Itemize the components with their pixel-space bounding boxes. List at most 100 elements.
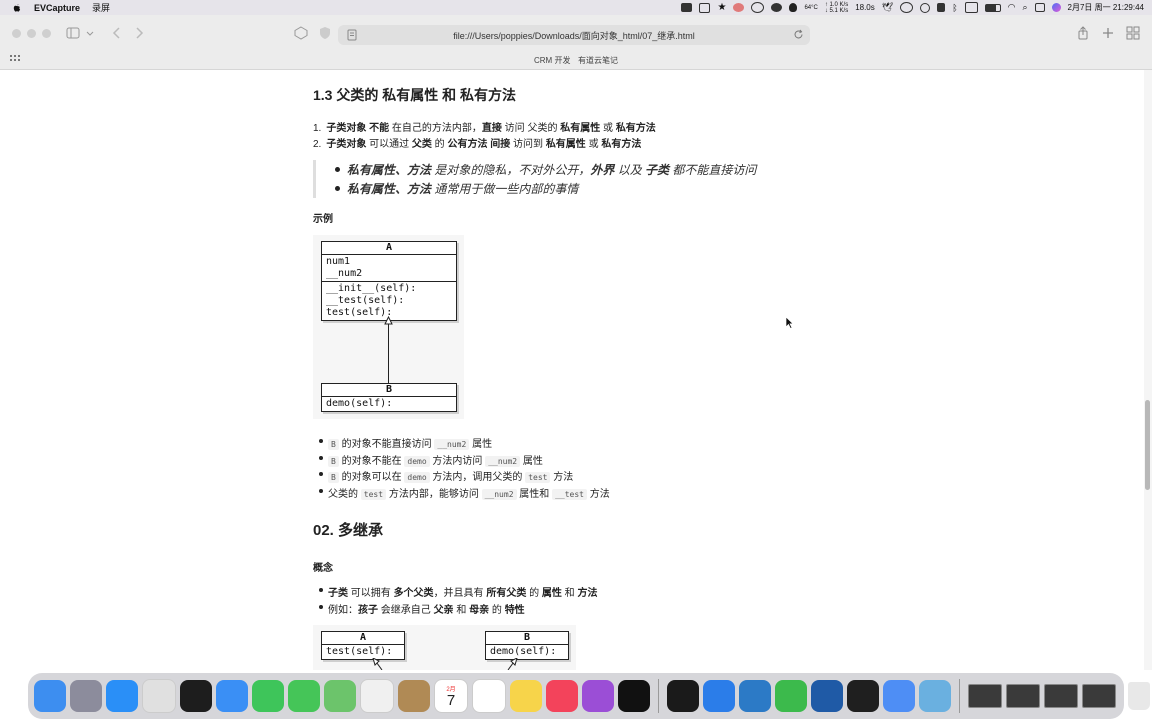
tv-icon[interactable]	[618, 680, 650, 712]
wechat-icon[interactable]	[775, 680, 807, 712]
plain-text: 可以通过	[366, 139, 412, 150]
bold-text: 子类	[328, 588, 348, 599]
cpu-readout[interactable]: 18.0s	[855, 3, 875, 12]
wifi-icon[interactable]: ◠	[1008, 2, 1016, 13]
launchpad-icon[interactable]	[70, 680, 102, 712]
uml-method: demo(self):	[326, 398, 393, 409]
apple-logo-icon[interactable]	[12, 3, 22, 13]
vscode-icon[interactable]	[739, 680, 771, 712]
wechat-menu-icon[interactable]	[771, 3, 783, 12]
url-text[interactable]: file:///Users/poppies/Downloads/面向对象_htm…	[338, 29, 810, 42]
list-item: B 的对象可以在 demo 方法内，调用父类的 test 方法	[328, 468, 573, 483]
qq-icon[interactable]	[667, 680, 699, 712]
reminders-icon[interactable]	[472, 679, 506, 713]
shield-icon[interactable]	[318, 26, 332, 40]
minimized-window-1[interactable]	[968, 684, 1002, 708]
reload-icon[interactable]	[793, 29, 804, 40]
bullet-dot	[335, 186, 340, 191]
plain-text: 的对象可以在	[338, 472, 405, 483]
uml-class-name: A	[322, 632, 404, 645]
grid-app-icon[interactable]	[699, 2, 711, 13]
chrome-icon[interactable]	[142, 679, 176, 713]
star-icon[interactable]: ★	[717, 2, 726, 13]
evcapture-icon[interactable]	[919, 680, 951, 712]
network-speed[interactable]: ↑ 1.0 K/s ↓ 5.1 K/s	[825, 2, 848, 14]
sidebar-toggle-icon[interactable]	[66, 26, 80, 40]
terminal-icon[interactable]	[180, 680, 212, 712]
swirl-app-icon[interactable]	[733, 3, 745, 12]
battery-icon[interactable]	[984, 3, 1001, 12]
calendar-icon[interactable]: 2月 7	[434, 679, 468, 713]
bird-icon[interactable]: 🕊	[882, 2, 893, 13]
pycharm-icon[interactable]	[847, 680, 879, 712]
minimize-window-button[interactable]	[27, 29, 36, 38]
bluetooth-icon[interactable]: ᛒ	[952, 3, 957, 13]
apps-grid-icon[interactable]	[10, 55, 20, 65]
minimized-window-2[interactable]	[1006, 684, 1040, 708]
chat-bubble-icon[interactable]	[900, 2, 914, 13]
play-icon[interactable]	[920, 2, 931, 13]
books-icon[interactable]	[398, 680, 430, 712]
qq-menu-icon[interactable]	[789, 3, 798, 12]
siri-icon[interactable]	[1051, 3, 1061, 12]
bold-text: 所有父类	[486, 588, 527, 599]
uml-methods: demo(self):	[322, 397, 456, 411]
quote-item-1: 私有属性、方法 是对象的隐私，不对外公开，外界 以及 子类 都不能直接访问	[347, 161, 756, 178]
screen-record-icon[interactable]	[811, 680, 843, 712]
record-status-icon[interactable]	[681, 3, 693, 12]
close-window-button[interactable]	[12, 29, 21, 38]
messages-icon[interactable]	[288, 680, 320, 712]
qq-browser-icon[interactable]	[703, 680, 735, 712]
scrollbar-thumb[interactable]	[1145, 400, 1150, 490]
bookmark-crm[interactable]: CRM 开发	[534, 55, 570, 66]
minimized-window-3[interactable]	[1044, 684, 1078, 708]
temperature-readout[interactable]: 64°C	[804, 5, 817, 11]
link-app-icon[interactable]	[751, 2, 765, 13]
section-heading-1-3: 1.3 父类的 私有属性 和 私有方法	[313, 87, 517, 103]
maps-icon[interactable]	[324, 680, 356, 712]
finder-icon[interactable]	[34, 680, 66, 712]
speaker-icon[interactable]	[937, 3, 946, 12]
uml-method: demo(self):	[490, 646, 557, 657]
share-icon[interactable]	[1076, 26, 1090, 40]
minimized-window-4[interactable]	[1082, 684, 1116, 708]
control-center-icon[interactable]	[1034, 3, 1045, 12]
notes-icon[interactable]	[510, 680, 542, 712]
window-icon[interactable]	[964, 2, 978, 13]
music-icon[interactable]	[546, 680, 578, 712]
app-menu-name[interactable]: EVCapture	[34, 3, 80, 13]
baidu-netdisk-icon[interactable]	[883, 680, 915, 712]
extension-icon[interactable]	[294, 26, 308, 40]
bold-text: 多个父类	[393, 588, 434, 599]
search-icon[interactable]: ⌕	[1022, 2, 1027, 13]
dock-separator	[959, 679, 960, 713]
dock-separator	[658, 679, 659, 713]
forward-arrow-icon[interactable]	[132, 26, 146, 40]
menu-record[interactable]: 录屏	[92, 1, 110, 14]
inline-code: __num2	[434, 439, 470, 450]
mouse-cursor-icon	[785, 316, 794, 329]
bold-text: 子类对象 不能	[326, 123, 390, 134]
plain-text: 属性	[469, 439, 493, 450]
tab-overview-icon[interactable]	[1126, 26, 1140, 40]
plain-text: 或	[600, 123, 616, 134]
photos-icon[interactable]	[360, 679, 394, 713]
facetime-icon[interactable]	[252, 680, 284, 712]
address-bar[interactable]: file:///Users/poppies/Downloads/面向对象_htm…	[338, 25, 810, 45]
bold-text: 私有方法	[601, 139, 642, 150]
new-tab-icon[interactable]	[1101, 26, 1115, 40]
podcasts-icon[interactable]	[582, 680, 614, 712]
zoom-window-button[interactable]	[42, 29, 51, 38]
back-arrow-icon[interactable]	[110, 26, 124, 40]
bookmark-youdao[interactable]: 有道云笔记	[578, 55, 618, 66]
safari-icon[interactable]	[106, 680, 138, 712]
mail-icon[interactable]	[216, 680, 248, 712]
trash-icon[interactable]	[1128, 682, 1150, 710]
ordered-item-text: 子类对象 可以通过 父类 的 公有方法 间接 访问到 私有属性 或 私有方法	[326, 139, 641, 150]
net-down-text: ↓ 5.1 K/s	[824, 7, 849, 14]
uml-method: test(self):	[326, 646, 393, 657]
scrollbar-track[interactable]	[1144, 70, 1152, 670]
menubar-clock[interactable]: 2月7日 周一 21:29:44	[1068, 2, 1144, 13]
inheritance-arrow	[384, 316, 393, 384]
chevron-down-icon[interactable]	[86, 26, 94, 40]
